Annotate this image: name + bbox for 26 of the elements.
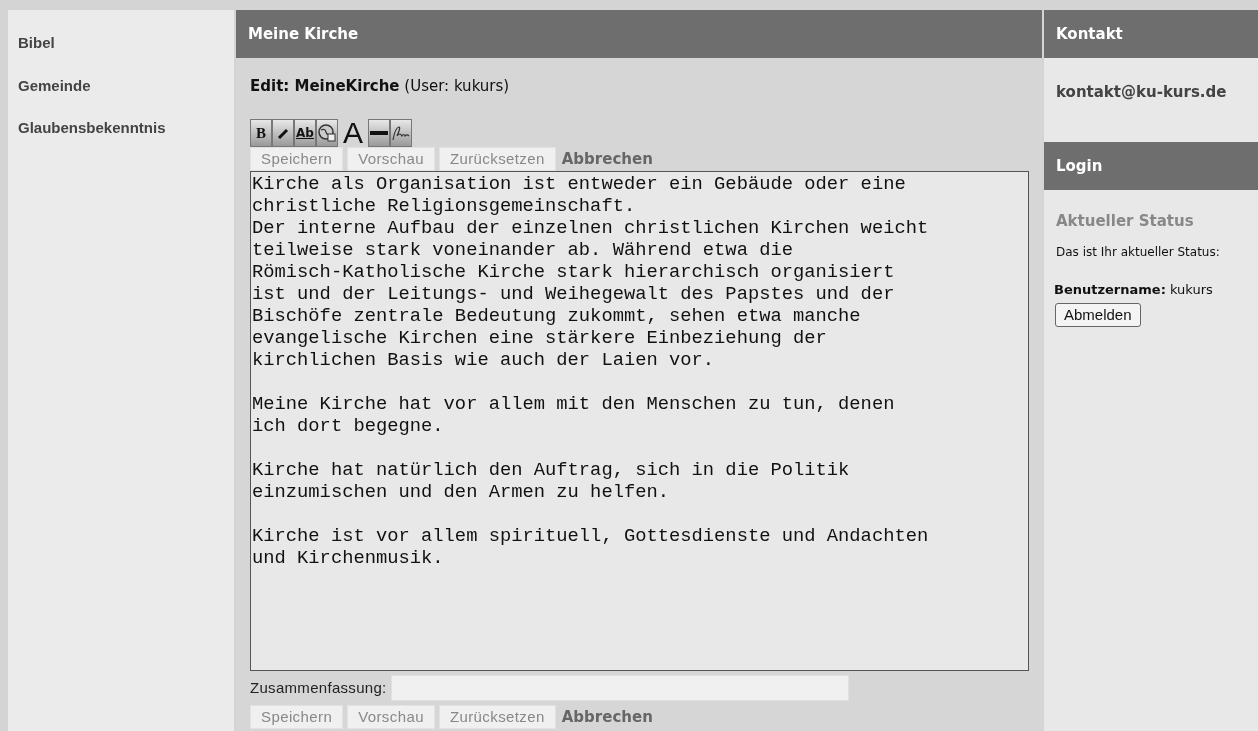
sidebar-link[interactable]: Glaubensbekenntnis <box>10 117 174 140</box>
status-heading: Aktueller Status <box>1056 211 1194 232</box>
username-text: Benutzername: kukurs <box>1054 280 1213 299</box>
signature-button[interactable] <box>390 119 412 147</box>
sidebar-link[interactable]: Gemeinde <box>10 74 99 97</box>
status-text: Das ist Ihr aktueller Status: <box>1056 244 1221 260</box>
summary-field[interactable] <box>390 675 849 701</box>
sidebar-link[interactable]: Bibel <box>10 32 63 55</box>
globe-icon <box>317 123 337 143</box>
panel-title: Kontakt <box>1056 23 1123 45</box>
panel-title: Meine Kirche <box>248 23 359 45</box>
rule-button[interactable] <box>368 119 390 147</box>
italic-icon <box>276 126 290 140</box>
cancel-link[interactable]: Abbrechen <box>561 705 653 729</box>
contact-email: kontakt@ku-kurs.de <box>1056 83 1227 101</box>
text-editor[interactable]: Kirche als Organisation ist entweder ein Gebäude oder eine christliche Religionsgemeinschaft. Der interne Aufbau der einzelnen christlichen Kirchen weicht teilweise stark voneinander ab. Während etwa die Römisch-Katholische Kirche stark hierarchisch organisiert ist und der Leitungs- und Weihegewalt des Papstes und der Bischöfe zentrale Bedeutung zukommt, sehen etwa manche evangelische Kirchen eine stärkere Einbeziehung der kirchlichen Basis wie auch der Laien vor. Meine Kirche hat vor allem mit den Menschen zu tun, denen ich dort begegne. Kirche hat natürlich den Auftrag, sich in die Politik einzumischen und den Armen zu helfen. Kirche ist vor allem spirituell, Gottesdienste und Andachten und Kirchenmusik. <box>250 171 1029 671</box>
italic-button[interactable] <box>272 119 294 147</box>
panel-title: Login <box>1056 155 1103 177</box>
logout-button[interactable]: Abmelden <box>1055 303 1141 327</box>
summary-label: Zusammenfassung: <box>250 677 387 698</box>
edit-heading: Edit: MeineKirche (User: kukurs) <box>250 76 511 97</box>
cancel-link[interactable]: Abbrechen <box>561 147 653 171</box>
bold-button[interactable]: B <box>250 119 272 147</box>
link-button[interactable] <box>316 119 338 147</box>
underline-button[interactable]: Ab <box>294 119 316 147</box>
signature-icon <box>391 124 411 142</box>
